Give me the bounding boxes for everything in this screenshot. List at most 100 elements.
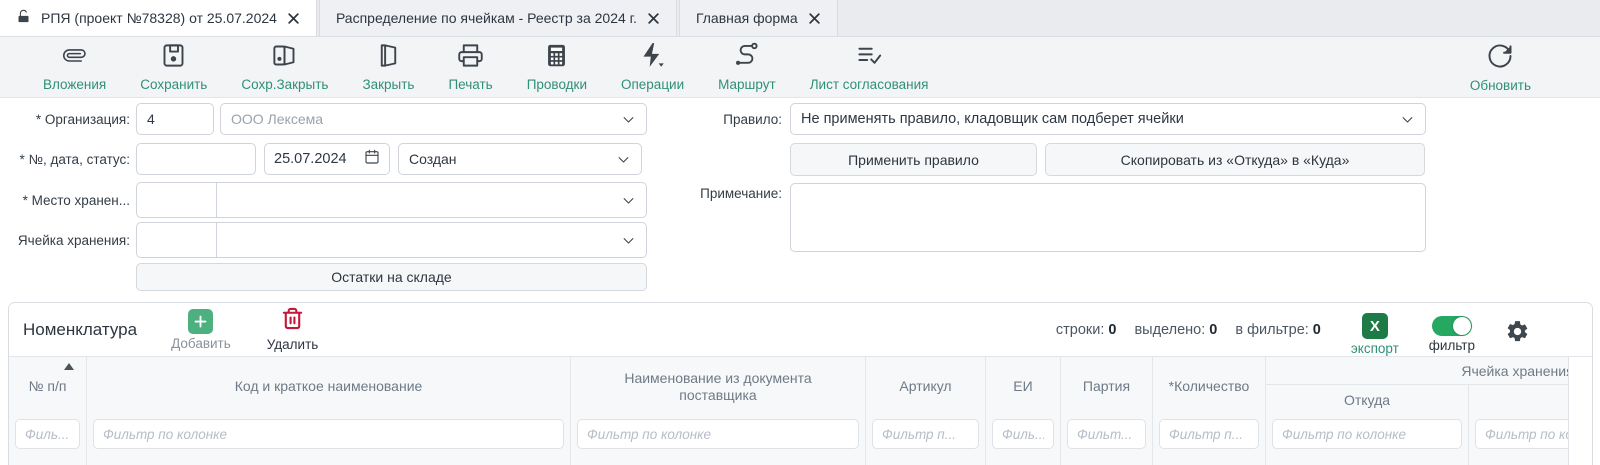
close-button[interactable]: Закрыть <box>345 38 431 96</box>
filter-input[interactable] <box>1159 419 1259 449</box>
column-unit[interactable]: ЕИ <box>986 357 1061 465</box>
column-to-cell[interactable] <box>1469 385 1569 465</box>
chevron-down-icon[interactable] <box>611 112 646 127</box>
column-header[interactable] <box>1469 385 1569 417</box>
column-code-name[interactable]: Код и краткое наименование <box>87 357 571 465</box>
save-button[interactable]: Сохранить <box>123 38 224 96</box>
filter-input[interactable] <box>93 419 564 449</box>
storage-cell-code-input[interactable] <box>137 223 217 257</box>
close-icon[interactable] <box>647 12 660 25</box>
toolbar: Вложения Сохранить Сохр.Закрыть Закрыть … <box>0 37 1600 98</box>
stock-remainders-button[interactable]: Остатки на складе <box>136 263 647 291</box>
grid-scrollbar-gutter[interactable] <box>1569 357 1592 465</box>
document-number-input[interactable] <box>137 144 255 174</box>
tab-bar: РПЯ (проект №78328) от 25.07.2024 Распре… <box>0 0 1600 37</box>
column-header[interactable]: Партия <box>1061 357 1152 417</box>
excel-export-button[interactable]: X экспорт <box>1351 313 1399 356</box>
chevron-down-icon[interactable] <box>606 152 641 167</box>
delete-row-button[interactable]: Удалить <box>267 307 319 352</box>
grid-header: № п/п Код и краткое наименование Наимено… <box>9 356 1592 465</box>
tab-register[interactable]: Распределение по ячейкам - Реестр за 202… <box>319 0 677 36</box>
postings-button[interactable]: Проводки <box>510 38 604 96</box>
lightning-dropdown-icon <box>639 42 666 74</box>
attachments-button[interactable]: Вложения <box>26 38 123 96</box>
grid-settings-button[interactable] <box>1505 313 1530 349</box>
column-from-cell[interactable]: Откуда <box>1266 385 1469 465</box>
copy-from-to-button[interactable]: Скопировать из «Откуда» в «Куда» <box>1045 143 1425 176</box>
column-batch[interactable]: Партия <box>1061 357 1153 465</box>
toggle-on-icon[interactable] <box>1432 316 1472 336</box>
delete-row-label: Удалить <box>267 337 319 352</box>
tab-rpy-document[interactable]: РПЯ (проект №78328) от 25.07.2024 <box>0 0 317 36</box>
filter-input[interactable] <box>872 419 979 449</box>
chevron-down-icon[interactable] <box>611 233 646 248</box>
column-header[interactable]: Артикул <box>866 357 985 417</box>
refresh-label: Обновить <box>1470 78 1531 93</box>
filter-input[interactable] <box>15 419 80 449</box>
storage-place-combo[interactable] <box>136 182 647 218</box>
filter-input[interactable] <box>577 419 859 449</box>
date-value: 25.07.2024 <box>274 151 347 167</box>
rule-select[interactable]: Не применять правило, кладовщик сам подб… <box>790 103 1426 135</box>
status-select[interactable]: Создан <box>398 143 642 175</box>
close-label: Закрыть <box>362 77 414 92</box>
column-header[interactable]: Код и краткое наименование <box>87 357 570 417</box>
refresh-button[interactable]: Обновить <box>1453 38 1548 97</box>
add-row-button[interactable]: Добавить <box>171 309 231 351</box>
floppy-save-icon <box>160 42 187 74</box>
column-row-number[interactable]: № п/п <box>9 357 87 465</box>
filter-input[interactable] <box>1475 419 1569 449</box>
tab-main-form[interactable]: Главная форма <box>679 0 838 36</box>
organization-value: ООО Лексема <box>221 111 323 127</box>
filter-input[interactable] <box>1272 419 1462 449</box>
storage-place-label: * Место хранен... <box>8 193 130 208</box>
refresh-icon <box>1486 42 1514 75</box>
column-header[interactable]: ЕИ <box>986 357 1060 417</box>
chevron-down-icon[interactable] <box>611 193 646 208</box>
add-row-label: Добавить <box>171 336 231 351</box>
save-and-door-icon <box>271 42 298 74</box>
note-label: Примечание: <box>668 183 782 201</box>
sort-asc-icon <box>64 363 74 370</box>
column-quantity[interactable]: *Количество <box>1153 357 1266 465</box>
filter-input[interactable] <box>992 419 1054 449</box>
apply-rule-button[interactable]: Применить правило <box>790 143 1037 176</box>
column-supplier-doc-name[interactable]: Наименование из документа поставщика <box>571 357 866 465</box>
gear-icon <box>1505 319 1530 344</box>
date-field[interactable]: 25.07.2024 <box>264 143 390 175</box>
storage-cell-combo[interactable] <box>136 222 647 258</box>
status-value: Создан <box>399 151 457 167</box>
close-icon[interactable] <box>808 12 821 25</box>
nomenclature-toolbar: Номенклатура Добавить Удалить строки:0 в… <box>9 303 1592 356</box>
chevron-down-icon[interactable] <box>1390 112 1425 127</box>
organization-code-field[interactable] <box>136 103 214 135</box>
note-textarea[interactable] <box>790 183 1426 252</box>
organization-select[interactable]: ООО Лексема <box>220 103 647 135</box>
save-close-button[interactable]: Сохр.Закрыть <box>224 38 345 96</box>
document-number-field[interactable] <box>136 143 256 175</box>
nomenclature-panel: Номенклатура Добавить Удалить строки:0 в… <box>8 302 1593 465</box>
filter-input[interactable] <box>1067 419 1146 449</box>
route-label: Маршрут <box>718 77 776 92</box>
selected-counter: выделено:0 <box>1134 322 1217 338</box>
route-button[interactable]: Маршрут <box>701 38 793 96</box>
filter-toggle[interactable]: фильтр <box>1429 313 1475 353</box>
close-icon[interactable] <box>287 12 300 25</box>
rule-value: Не применять правило, кладовщик сам подб… <box>791 111 1184 127</box>
column-article[interactable]: Артикул <box>866 357 986 465</box>
print-button[interactable]: Печать <box>431 38 509 96</box>
column-header[interactable]: Наименование из документа поставщика <box>571 357 865 417</box>
nomenclature-title: Номенклатура <box>23 320 137 340</box>
organization-code-input[interactable] <box>137 104 213 134</box>
column-header[interactable]: *Количество <box>1153 357 1265 417</box>
calendar-icon[interactable] <box>364 149 380 170</box>
column-header[interactable]: № п/п <box>9 357 86 417</box>
storage-place-code-input[interactable] <box>137 183 217 217</box>
trash-icon <box>281 307 304 335</box>
document-form: * Организация: ООО Лексема * №, дата, ст… <box>0 98 1600 302</box>
approval-sheet-button[interactable]: Лист согласования <box>793 38 946 96</box>
plus-icon <box>188 309 213 334</box>
column-header[interactable]: Откуда <box>1266 385 1468 417</box>
operations-button[interactable]: Операции <box>604 38 701 96</box>
print-label: Печать <box>448 77 492 92</box>
